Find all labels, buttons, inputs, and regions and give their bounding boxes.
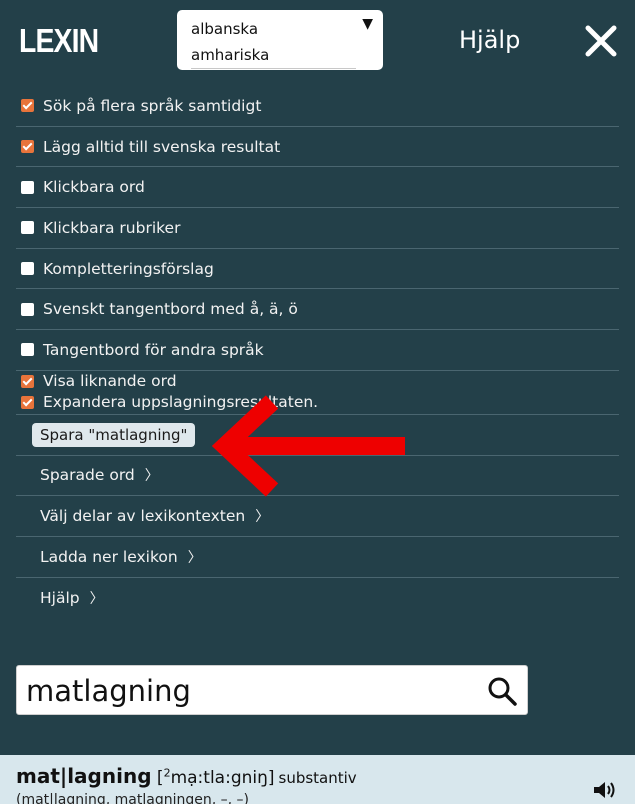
nav-label: Välj delar av lexikontexten bbox=[40, 507, 246, 526]
chevron-right-icon: 〉 bbox=[187, 549, 202, 566]
checkbox[interactable] bbox=[21, 302, 34, 316]
settings-menu: Sök på flera språk samtidigt Lägg alltid… bbox=[16, 86, 619, 618]
option-other-keyboard[interactable]: Tangentbord för andra språk bbox=[16, 330, 619, 371]
language-option[interactable]: amhariska bbox=[191, 42, 356, 69]
option-label: Klickbara ord bbox=[43, 178, 145, 197]
checkbox[interactable] bbox=[21, 140, 34, 154]
close-icon[interactable] bbox=[584, 24, 618, 58]
inflection: (mat|lagning, matlagningen, –, –) bbox=[16, 792, 249, 804]
checkbox[interactable] bbox=[21, 99, 34, 113]
option-label: Klickbara rubriker bbox=[43, 218, 181, 237]
result-entry: mat|lagning [2mạ:tla:gniŋ] substantiv (ma… bbox=[0, 755, 635, 804]
option-swedish-keyboard[interactable]: Svenskt tangentbord med å, ä, ö bbox=[16, 289, 619, 331]
nav-help[interactable]: Hjälp 〉 bbox=[16, 578, 619, 619]
chevron-right-icon: 〉 bbox=[89, 590, 104, 607]
search-icon[interactable] bbox=[487, 676, 517, 706]
option-label: Visa liknande ord bbox=[43, 372, 177, 391]
language-option[interactable]: albanska bbox=[191, 16, 369, 42]
option-label: Kompletteringsförslag bbox=[43, 259, 214, 278]
option-multi-language[interactable]: Sök på flera språk samtidigt bbox=[16, 86, 619, 127]
checkbox[interactable] bbox=[21, 375, 34, 389]
search-input[interactable]: matlagning bbox=[26, 674, 191, 708]
option-similar-words[interactable]: Visa liknande ord bbox=[16, 371, 177, 392]
help-link[interactable]: Hjälp bbox=[459, 26, 520, 54]
option-clickable-headings[interactable]: Klickbara rubriker bbox=[16, 208, 619, 249]
logo[interactable]: LEXIN bbox=[19, 22, 99, 60]
checkbox[interactable] bbox=[21, 221, 34, 235]
option-label: Lägg alltid till svenska resultat bbox=[43, 137, 281, 156]
option-label: Sök på flera språk samtidigt bbox=[43, 96, 262, 115]
language-select[interactable]: albanska amhariska ▼ bbox=[177, 10, 383, 70]
checkbox[interactable] bbox=[21, 262, 34, 276]
option-label: Tangentbord för andra språk bbox=[43, 340, 264, 359]
option-add-swedish[interactable]: Lägg alltid till svenska resultat bbox=[16, 127, 619, 168]
checkbox[interactable] bbox=[21, 396, 34, 410]
nav-label: Ladda ner lexikon bbox=[40, 547, 178, 566]
headword-text: mat|lagning bbox=[16, 764, 152, 788]
nav-download[interactable]: Ladda ner lexikon 〉 bbox=[16, 537, 619, 578]
chevron-right-icon: 〉 bbox=[144, 468, 159, 485]
nav-label: Sparade ord bbox=[40, 466, 135, 485]
pronunciation: [2mạ:tla:gniŋ] bbox=[151, 766, 275, 788]
option-clickable-words[interactable]: Klickbara ord bbox=[16, 167, 619, 209]
chevron-right-icon: 〉 bbox=[255, 509, 270, 526]
word-class: substantiv bbox=[278, 769, 357, 787]
headword: mat|lagning [2mạ:tla:gniŋ] substantiv bbox=[16, 764, 357, 788]
speaker-icon[interactable] bbox=[592, 779, 616, 801]
save-word-button[interactable]: Spara "matlagning" bbox=[32, 422, 196, 447]
option-label: Svenskt tangentbord med å, ä, ö bbox=[43, 300, 298, 319]
checkbox[interactable] bbox=[21, 180, 34, 194]
header: LEXIN albanska amhariska ▼ Hjälp bbox=[0, 0, 635, 82]
dropdown-arrow-icon[interactable]: ▼ bbox=[362, 16, 373, 32]
annotation-arrow bbox=[211, 395, 405, 497]
nav-label: Hjälp bbox=[40, 588, 80, 607]
checkbox[interactable] bbox=[21, 343, 34, 357]
search-box[interactable]: matlagning bbox=[16, 665, 528, 715]
option-suggestions[interactable]: Kompletteringsförslag bbox=[16, 249, 619, 290]
